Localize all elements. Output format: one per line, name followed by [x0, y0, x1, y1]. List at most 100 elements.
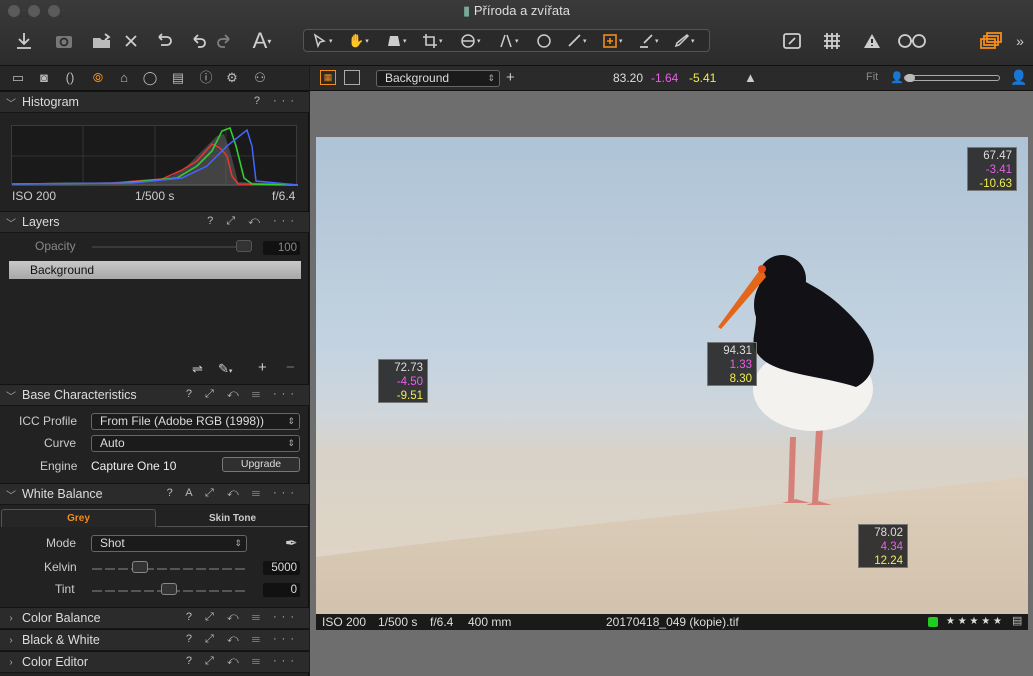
- curve-select[interactable]: Auto ⇕: [91, 435, 300, 452]
- opacity-slider-knob[interactable]: [236, 240, 252, 252]
- updown-arrow-icon: ⇕: [234, 538, 242, 548]
- section-controls[interactable]: ? ⤢ ↶ ☰ ···: [186, 633, 299, 646]
- white-balance-header[interactable]: ﹀ White Balance ? A ⤢ ↶ ☰ ···: [0, 483, 309, 505]
- color-pick-readout[interactable]: 78.02 4.34 12.24: [858, 524, 908, 568]
- multi-view-icon[interactable]: ▦: [320, 70, 336, 85]
- icc-profile-select[interactable]: From File (Adobe RGB (1998)) ⇕: [91, 413, 300, 430]
- batch-tab-icon[interactable]: ⚇: [250, 69, 270, 87]
- add-variant-icon[interactable]: +: [506, 69, 515, 86]
- color-tab-icon[interactable]: ⦾: [88, 69, 108, 87]
- keystone-icon[interactable]: ▾: [386, 30, 407, 51]
- info-focal: 400 mm: [468, 615, 512, 629]
- metadata-tab-icon[interactable]: ▤: [168, 69, 188, 87]
- histogram-header[interactable]: ﹀ Histogram ? ···: [0, 91, 309, 113]
- spot-removal-icon[interactable]: [536, 30, 552, 51]
- readout-b: -5.41: [689, 71, 717, 85]
- capture-tab-icon[interactable]: ◙: [34, 69, 54, 87]
- reset-icon[interactable]: [152, 28, 176, 54]
- color-picker-icon[interactable]: ▾: [602, 30, 623, 51]
- text-annotation-icon[interactable]: A ▾: [248, 28, 276, 54]
- color-pick-readout[interactable]: 94.31 1.33 8.30: [707, 342, 757, 386]
- icc-profile-value: From File (Adobe RGB (1998)): [100, 414, 265, 428]
- variant-select[interactable]: Background ⇕: [376, 70, 500, 87]
- pick-a: 1.33: [729, 359, 752, 371]
- pick-l: 94.31: [723, 345, 752, 357]
- more-tools-icon[interactable]: »: [1012, 28, 1028, 54]
- single-view-icon[interactable]: [344, 70, 360, 85]
- zoom-in-person-icon[interactable]: 👤: [1010, 69, 1027, 86]
- zoom-out-person-icon[interactable]: 👤: [890, 71, 904, 84]
- color-balance-header[interactable]: › Color Balance ? ⤢ ↶ ☰ ···: [0, 607, 309, 629]
- title-bar: ▮ Příroda a zvířata A ▾ ▾ ✋ ▾ ▾ ▾ ▾ ▾ ▾ ▾ …: [0, 0, 1033, 66]
- annotation-pen-icon[interactable]: ▾: [674, 30, 695, 51]
- layers-header[interactable]: ﹀ Layers ? ⤢ ↶ ···: [0, 211, 309, 233]
- edit-icon[interactable]: [780, 28, 804, 54]
- zoom-slider-knob[interactable]: [905, 74, 915, 82]
- section-controls[interactable]: ? ···: [254, 95, 299, 107]
- tab-grey[interactable]: Grey: [1, 509, 156, 527]
- base-characteristics-header[interactable]: ﹀ Base Characteristics ? ⤢ ↶ ☰ ···: [0, 384, 309, 406]
- exposure-warning-icon[interactable]: [860, 28, 884, 54]
- warning-icon[interactable]: ▲: [744, 70, 757, 85]
- crop-icon[interactable]: ▾: [422, 30, 443, 51]
- import-icon[interactable]: [12, 28, 36, 54]
- kelvin-value[interactable]: 5000: [263, 561, 300, 575]
- camera-icon[interactable]: [52, 28, 76, 54]
- section-controls[interactable]: ? A ⤢ ↶ ☰ ···: [167, 487, 299, 500]
- variants-stack-icon[interactable]: [978, 28, 1004, 54]
- lens-tab-icon[interactable]: (): [60, 69, 80, 87]
- color-editor-header[interactable]: › Color Editor ? ⤢ ↶ ☰ ···: [0, 651, 309, 673]
- mode-select[interactable]: Shot ⇕: [91, 535, 247, 552]
- redo-icon[interactable]: [213, 28, 235, 54]
- exposure-tab-icon[interactable]: ⌂: [114, 69, 134, 87]
- section-controls[interactable]: ? ⤢ ↶ ☰ ···: [186, 611, 299, 624]
- star-rating[interactable]: ★ ★ ★ ★ ★: [946, 616, 1002, 627]
- pan-hand-icon[interactable]: ✋ ▾: [348, 30, 369, 51]
- lens-correction-icon[interactable]: ▾: [498, 30, 519, 51]
- proof-glasses-icon[interactable]: [896, 28, 928, 54]
- color-pick-readout[interactable]: 67.47 -3.41 -10.63: [967, 147, 1017, 191]
- cursor-tools-group: ▾ ✋ ▾ ▾ ▾ ▾ ▾ ▾ ▾ ▾ ▾: [303, 29, 710, 52]
- pick-l: 67.47: [983, 150, 1012, 162]
- grid-icon[interactable]: [820, 28, 844, 54]
- kelvin-slider[interactable]: [92, 568, 248, 570]
- library-tab-icon[interactable]: ▭: [8, 69, 28, 87]
- pick-a: -4.50: [396, 376, 423, 388]
- icc-profile-label: ICC Profile: [19, 414, 78, 428]
- pick-a: -3.41: [985, 164, 1012, 176]
- select-pointer-icon[interactable]: ▾: [312, 30, 333, 51]
- section-controls[interactable]: ? ⤢ ↶ ☰ ···: [186, 655, 299, 668]
- zoom-slider[interactable]: [904, 74, 1000, 82]
- kelvin-slider-knob[interactable]: [132, 561, 148, 573]
- chevron-down-icon: ﹀: [6, 218, 16, 230]
- black-white-header[interactable]: › Black & White ? ⤢ ↶ ☰ ···: [0, 629, 309, 651]
- section-controls[interactable]: ? ⤢ ↶ ☰ ···: [186, 388, 299, 401]
- delete-icon[interactable]: [120, 28, 142, 54]
- upgrade-button[interactable]: Upgrade: [222, 457, 300, 472]
- info-list-icon[interactable]: ▤: [1012, 614, 1022, 627]
- settings-tab-icon[interactable]: ⚙: [222, 69, 242, 87]
- rotate-icon[interactable]: ▾: [460, 30, 481, 51]
- info-tab-icon[interactable]: ⓘ: [196, 69, 216, 87]
- undo-icon[interactable]: [188, 28, 210, 54]
- details-tab-icon[interactable]: ◯: [140, 69, 160, 87]
- color-pick-readout[interactable]: 72.73 -4.50 -9.51: [378, 359, 428, 403]
- remove-layer-icon[interactable]: −: [286, 359, 295, 376]
- section-controls[interactable]: ? ⤢ ↶ ···: [207, 215, 299, 228]
- tint-value[interactable]: 0: [263, 583, 300, 597]
- copy-apply-icon[interactable]: ▾: [638, 30, 659, 51]
- document-icon: ▮: [463, 3, 471, 18]
- brush-mask-icon[interactable]: ▾: [566, 30, 587, 51]
- eyedropper-icon[interactable]: ✒: [285, 534, 298, 552]
- opacity-value[interactable]: 100: [263, 241, 300, 255]
- layer-brush-icon[interactable]: ✎▾: [218, 361, 232, 377]
- tint-slider-knob[interactable]: [161, 583, 177, 595]
- layer-row-background[interactable]: Background: [9, 261, 301, 279]
- layer-settings-icon[interactable]: ⇌: [192, 361, 203, 377]
- add-layer-icon[interactable]: +: [258, 359, 267, 376]
- opacity-slider[interactable]: [92, 246, 252, 248]
- tab-skin-tone[interactable]: Skin Tone: [157, 510, 308, 527]
- color-tag[interactable]: [928, 617, 938, 627]
- image-info-bar: ISO 200 1/500 s f/6.4 400 mm 20170418_04…: [316, 614, 1028, 630]
- move-to-folder-icon[interactable]: [90, 28, 114, 54]
